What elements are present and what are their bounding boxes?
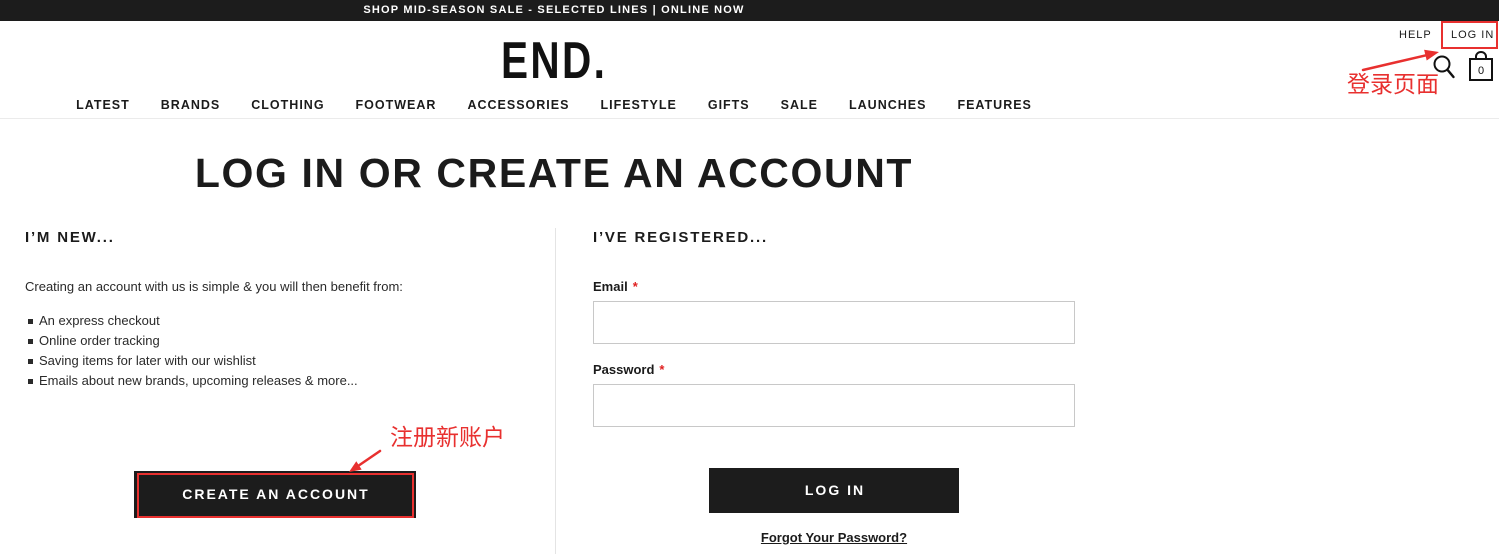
annotation-label-login-page: 登录页面 [1347,72,1439,98]
benefit-text: Emails about new brands, upcoming releas… [39,373,358,388]
password-label: Password * [593,360,664,380]
benefit-text: Online order tracking [39,333,160,348]
bag-count: 0 [1477,65,1485,77]
new-customer-heading: I’M NEW... [25,229,115,246]
password-field[interactable] [593,384,1075,427]
nav-item-lifestyle[interactable]: LIFESTYLE [600,95,676,115]
password-label-text: Password [593,362,655,377]
nav-item-features[interactable]: FEATURES [957,95,1031,115]
required-marker: * [659,362,665,377]
login-link[interactable]: LOG IN [1451,27,1494,43]
login-submit-button[interactable]: LOG IN [709,468,959,513]
required-marker: * [632,279,638,294]
square-bullet-icon [28,359,33,364]
nav-item-launches[interactable]: LAUNCHES [849,95,926,115]
email-label: Email * [593,277,638,297]
nav-item-accessories[interactable]: ACCESSORIES [467,95,569,115]
nav-item-latest[interactable]: LATEST [76,95,130,115]
header-divider [0,118,1499,119]
create-account-button[interactable]: CREATE AN ACCOUNT [134,471,416,518]
help-link[interactable]: HELP [1399,27,1432,43]
logo-container: END. [0,35,1108,87]
promo-banner-inner[interactable]: SHOP MID-SEASON SALE - SELECTED LINES | … [0,0,1108,21]
page-title: LOG IN OR CREATE AN ACCOUNT [194,150,914,196]
list-item: Saving items for later with our wishlist [25,351,358,371]
end-logo[interactable]: END. [501,35,607,87]
square-bullet-icon [28,379,33,384]
nav-item-clothing[interactable]: CLOTHING [251,95,324,115]
nav-item-brands[interactable]: BRANDS [161,95,220,115]
benefit-text: Saving items for later with our wishlist [39,353,256,368]
promo-banner-text[interactable]: SHOP MID-SEASON SALE - SELECTED LINES | … [363,4,744,16]
list-item: An express checkout [25,311,358,331]
square-bullet-icon [28,319,33,324]
nav-item-sale[interactable]: SALE [781,95,818,115]
annotation-arrow-create-account [349,449,382,472]
benefit-text: An express checkout [39,313,160,328]
benefits-list: An express checkout Online order trackin… [25,311,358,391]
annotation-arrow-login [1361,49,1439,72]
shopping-bag-icon[interactable]: 0 [1467,51,1495,82]
forgot-password-link[interactable]: Forgot Your Password? [709,528,959,548]
list-item: Emails about new brands, upcoming releas… [25,371,358,391]
email-field[interactable] [593,301,1075,344]
annotation-label-register: 注册新账户 [390,425,505,451]
promo-banner[interactable]: SHOP MID-SEASON SALE - SELECTED LINES | … [0,0,1499,21]
main-nav: LATEST BRANDS CLOTHING FOOTWEAR ACCESSOR… [0,95,1108,115]
nav-item-gifts[interactable]: GIFTS [708,95,750,115]
registered-customer-heading: I’VE REGISTERED... [593,229,768,246]
nav-item-footwear[interactable]: FOOTWEAR [356,95,437,115]
email-label-text: Email [593,279,628,294]
square-bullet-icon [28,339,33,344]
new-customer-intro: Creating an account with us is simple & … [25,279,403,294]
list-item: Online order tracking [25,331,358,351]
column-divider [555,228,556,554]
